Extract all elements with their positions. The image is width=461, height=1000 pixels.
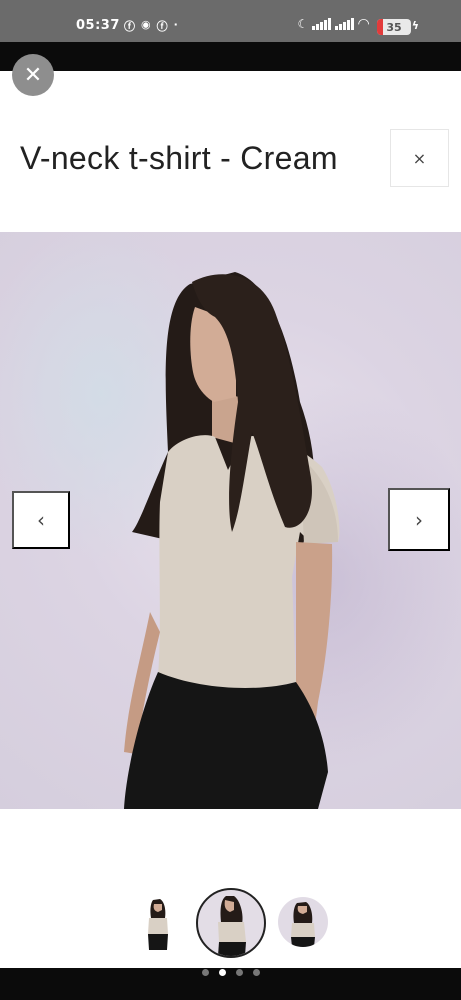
messenger-icon: ◉: [141, 18, 151, 31]
thumbnail-figure: [291, 902, 315, 947]
next-image-button[interactable]: ›: [388, 488, 450, 551]
status-bar: 05:37 ⓕ ◉ ⓕ · ☾ ◠ 35 ϟ: [0, 0, 461, 42]
battery-icon: 35: [377, 19, 411, 35]
pager-dot[interactable]: [236, 969, 243, 976]
battery-level: 35: [386, 20, 402, 34]
pager-dot-active[interactable]: [219, 969, 226, 976]
status-time: 05:37: [76, 18, 120, 33]
product-title: V-neck t-shirt - Cream: [20, 140, 338, 176]
signal-icon: [312, 18, 332, 30]
thumbnail-1[interactable]: [140, 896, 176, 952]
close-icon[interactable]: ✕: [12, 54, 54, 96]
modal-close-button[interactable]: ×: [390, 129, 449, 187]
top-background: [0, 42, 461, 71]
dot-icon: ·: [173, 18, 178, 31]
alarm-icon: ☾: [297, 17, 309, 31]
thumbnail-3[interactable]: [278, 897, 328, 947]
facebook-icon: ⓕ: [124, 20, 135, 33]
thumbnail-figure: [218, 896, 246, 956]
thumbnail-2-active[interactable]: [196, 888, 266, 958]
signal-icon: [335, 18, 355, 30]
pager-dots: [202, 969, 260, 976]
notification-icons: ⓕ ◉ ⓕ ·: [124, 18, 178, 34]
wifi-icon: ◠: [358, 16, 369, 32]
charging-icon: ϟ: [411, 19, 419, 32]
thumbnail-figure: [148, 899, 168, 950]
previous-image-button[interactable]: ‹: [12, 491, 70, 549]
pager-dot[interactable]: [202, 969, 209, 976]
pager-dot[interactable]: [253, 969, 260, 976]
facebook-icon: ⓕ: [156, 20, 168, 33]
